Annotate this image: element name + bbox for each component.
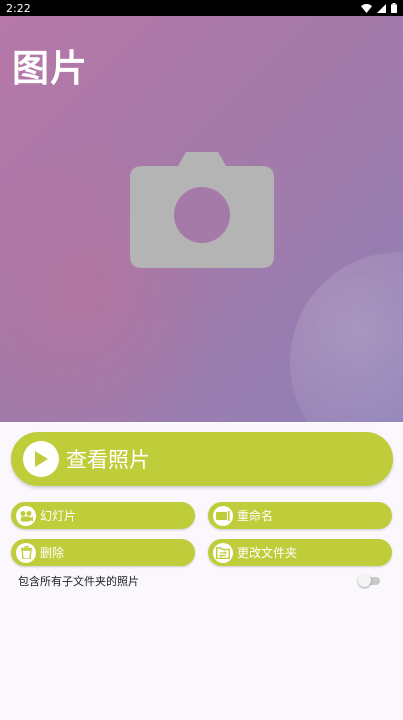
change-folder-button[interactable]: 更改文件夹 <box>208 539 392 566</box>
page-title: 图片 <box>12 47 88 90</box>
folder-swap-icon <box>213 542 233 563</box>
status-icons <box>361 3 397 13</box>
rename-icon <box>213 505 233 526</box>
camera-icon <box>130 152 274 268</box>
status-bar: 2:22 <box>0 0 403 16</box>
wifi-icon <box>361 3 372 13</box>
delete-label: 删除 <box>40 546 65 560</box>
view-photos-label: 查看照片 <box>66 448 150 472</box>
rename-button[interactable]: 重命名 <box>208 502 392 529</box>
battery-icon <box>391 3 397 13</box>
view-photos-button[interactable]: 查看照片 <box>11 432 393 486</box>
include-subfolders-row: 包含所有子文件夹的照片 <box>18 572 382 590</box>
include-subfolders-toggle[interactable] <box>358 573 382 589</box>
slideshow-icon <box>16 505 36 526</box>
toggle-thumb <box>358 574 371 587</box>
slideshow-button[interactable]: 幻灯片 <box>11 502 195 529</box>
status-time: 2:22 <box>6 1 31 15</box>
slideshow-label: 幻灯片 <box>40 509 77 523</box>
action-panel: 查看照片 幻灯片 重命名 删除 更改文件夹 包含所有子文件夹的照片 <box>0 422 403 720</box>
signal-icon <box>377 3 386 13</box>
trash-icon <box>16 542 36 563</box>
rename-label: 重命名 <box>237 509 274 523</box>
play-icon <box>23 441 59 477</box>
include-subfolders-label: 包含所有子文件夹的照片 <box>18 575 139 588</box>
change-folder-label: 更改文件夹 <box>237 546 298 560</box>
decorative-bubble <box>290 252 403 422</box>
album-cover: 图片 <box>0 16 403 422</box>
delete-button[interactable]: 删除 <box>11 539 195 566</box>
